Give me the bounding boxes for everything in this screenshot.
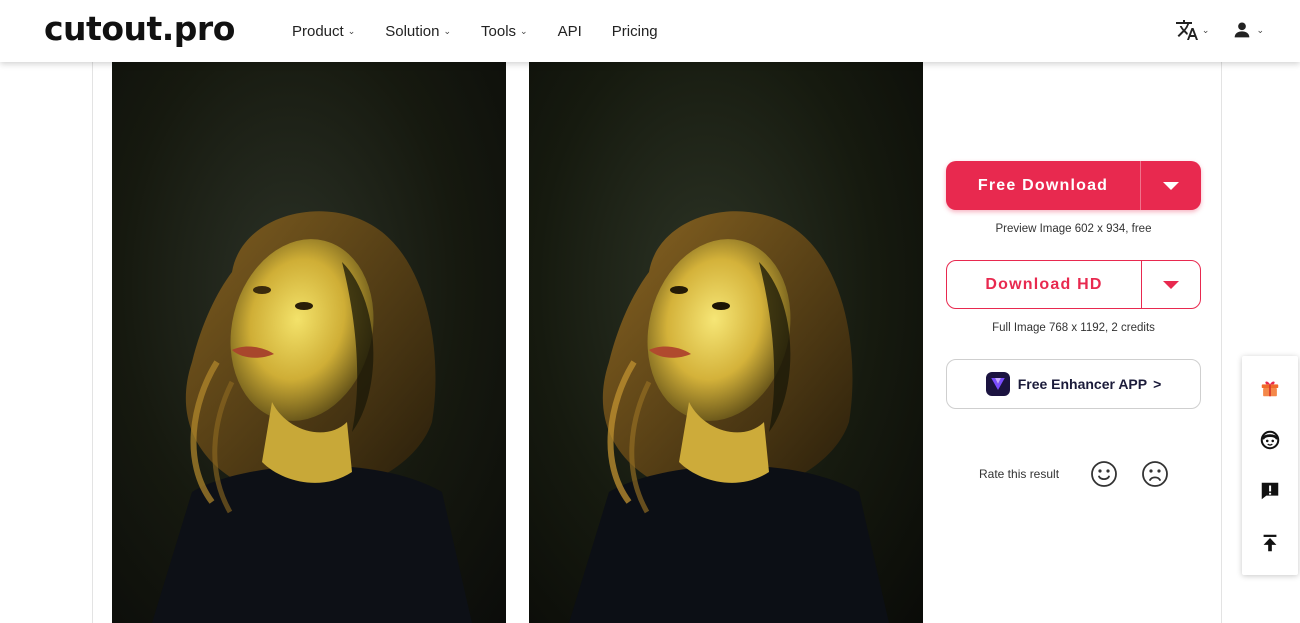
- download-hd-button-group: Download HD: [946, 260, 1201, 309]
- chevron-down-icon: ⌄: [1256, 24, 1264, 35]
- floating-side-toolbar: [1242, 356, 1298, 575]
- back-to-top-icon: [1263, 534, 1277, 552]
- nav-solution-label: Solution: [385, 22, 440, 40]
- nav-tools-label: Tools: [481, 22, 517, 40]
- original-portrait-photo: [152, 211, 472, 623]
- original-image[interactable]: [112, 62, 506, 623]
- feedback-button[interactable]: [1257, 478, 1283, 504]
- enhancer-app-icon: [985, 372, 1010, 396]
- translate-icon: [1175, 20, 1198, 40]
- nav-solution[interactable]: Solution ⌄: [385, 22, 451, 40]
- chevron-down-icon: ⌄: [1201, 24, 1210, 35]
- gift-icon: [1261, 381, 1279, 397]
- download-hd-dropdown[interactable]: [1142, 261, 1200, 308]
- enhanced-portrait-photo: [569, 211, 889, 623]
- nav-product[interactable]: Product ⌄: [292, 22, 355, 40]
- rate-label: Rate this result: [979, 467, 1060, 481]
- header-actions: ⌄ ⌄: [1175, 18, 1264, 42]
- free-download-caption: Preview Image 602 x 934, free: [995, 223, 1152, 235]
- smile-rating-button[interactable]: [1090, 460, 1118, 488]
- main-nav: Product ⌄ Solution ⌄ Tools ⌄ API Pricing: [292, 22, 688, 40]
- language-selector[interactable]: ⌄: [1175, 18, 1210, 42]
- free-download-button-group: Free Download: [946, 161, 1201, 210]
- free-enhancer-app-button[interactable]: Free Enhancer APP >: [946, 359, 1201, 409]
- download-hd-caption: Full Image 768 x 1192, 2 credits: [992, 322, 1155, 334]
- face-support-icon: [1260, 430, 1280, 449]
- frown-rating-button[interactable]: [1141, 460, 1169, 488]
- download-hd-button[interactable]: Download HD: [947, 261, 1142, 308]
- smile-face-icon: [1091, 461, 1117, 487]
- back-to-top-button[interactable]: [1257, 530, 1283, 556]
- feedback-icon: [1261, 483, 1279, 500]
- nav-api[interactable]: API: [558, 22, 582, 40]
- frown-face-icon: [1142, 461, 1168, 487]
- caret-down-icon: [1163, 280, 1179, 289]
- free-download-dropdown[interactable]: [1141, 161, 1201, 210]
- chevron-right-icon: >: [1153, 376, 1162, 392]
- app-button-label: Free Enhancer APP: [1017, 376, 1148, 392]
- support-button[interactable]: [1257, 427, 1283, 453]
- nav-pricing-label: Pricing: [611, 22, 658, 40]
- nav-product-label: Product: [292, 22, 344, 40]
- account-menu[interactable]: ⌄: [1231, 19, 1264, 41]
- chevron-down-icon: ⌄: [347, 25, 356, 36]
- top-header: cutout.pro Product ⌄ Solution ⌄ Tools ⌄ …: [0, 0, 1300, 62]
- caret-down-icon: [1163, 181, 1179, 190]
- gift-button[interactable]: [1257, 375, 1283, 401]
- chevron-down-icon: ⌄: [520, 25, 528, 36]
- nav-api-label: API: [557, 22, 582, 40]
- enhanced-image[interactable]: [529, 62, 923, 623]
- free-download-button[interactable]: Free Download: [946, 161, 1141, 210]
- chevron-down-icon: ⌄: [443, 25, 452, 36]
- user-icon: [1235, 22, 1250, 38]
- cutout-logo[interactable]: cutout.pro: [44, 9, 235, 48]
- nav-pricing[interactable]: Pricing: [612, 22, 658, 40]
- nav-tools[interactable]: Tools ⌄: [481, 22, 528, 40]
